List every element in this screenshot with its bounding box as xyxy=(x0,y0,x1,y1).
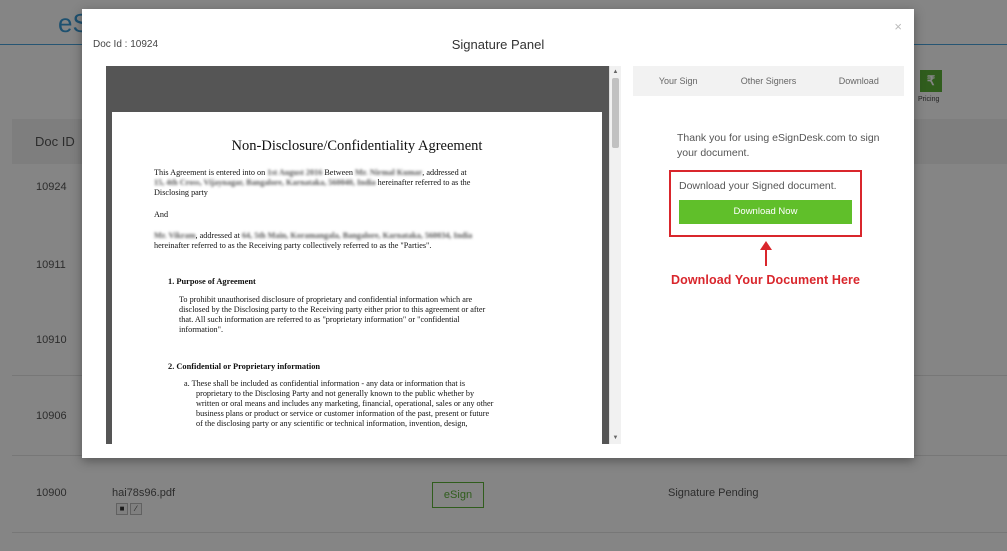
viewer-scrollbar[interactable]: ▲ ▼ xyxy=(609,66,621,444)
tab-other-signers[interactable]: Other Signers xyxy=(723,66,813,96)
download-now-button[interactable]: Download Now xyxy=(679,200,852,224)
signature-panel-modal: Doc Id : 10924 Signature Panel × Non-Dis… xyxy=(82,9,914,458)
panel-tabs: Your Sign Other Signers Download xyxy=(633,66,904,96)
tab-your-sign[interactable]: Your Sign xyxy=(633,66,723,96)
arrow-shaft xyxy=(765,248,767,266)
document-paragraph: Mr. Vikram, addressed at 64, 5th Main, K… xyxy=(154,231,473,250)
scroll-down-icon[interactable]: ▼ xyxy=(610,433,621,443)
sign-panel: Your Sign Other Signers Download Thank y… xyxy=(633,66,904,446)
document-and: And xyxy=(154,210,169,219)
scroll-thumb[interactable] xyxy=(612,78,619,148)
section-text: To prohibit unauthorised disclosure of p… xyxy=(179,295,486,334)
modal-title: Signature Panel xyxy=(451,37,545,52)
section-heading: 2. Confidential or Proprietary informati… xyxy=(168,362,321,371)
viewer-toolbar xyxy=(106,66,609,112)
download-highlight-box: Download your Signed document. Download … xyxy=(669,170,862,237)
tab-download[interactable]: Download xyxy=(814,66,904,96)
thanks-message: Thank you for using eSignDesk.com to sig… xyxy=(677,132,880,159)
document-page: Non-Disclosure/Confidentiality Agreement… xyxy=(112,112,602,444)
download-text: Download your Signed document. xyxy=(679,180,837,192)
close-icon[interactable]: × xyxy=(894,19,902,34)
download-annotation: Download Your Document Here xyxy=(671,273,861,287)
section-heading: 1. Purpose of Agreement xyxy=(168,277,256,286)
document-title: Non-Disclosure/Confidentiality Agreement xyxy=(231,138,483,154)
section-text: a. These shall be included as confidenti… xyxy=(184,379,494,428)
scroll-up-icon[interactable]: ▲ xyxy=(610,67,621,77)
document-viewer[interactable]: Non-Disclosure/Confidentiality Agreement… xyxy=(106,66,621,444)
document-paragraph: This Agreement is entered into on 1st Au… xyxy=(154,168,471,197)
viewer-frame-right xyxy=(602,112,609,444)
